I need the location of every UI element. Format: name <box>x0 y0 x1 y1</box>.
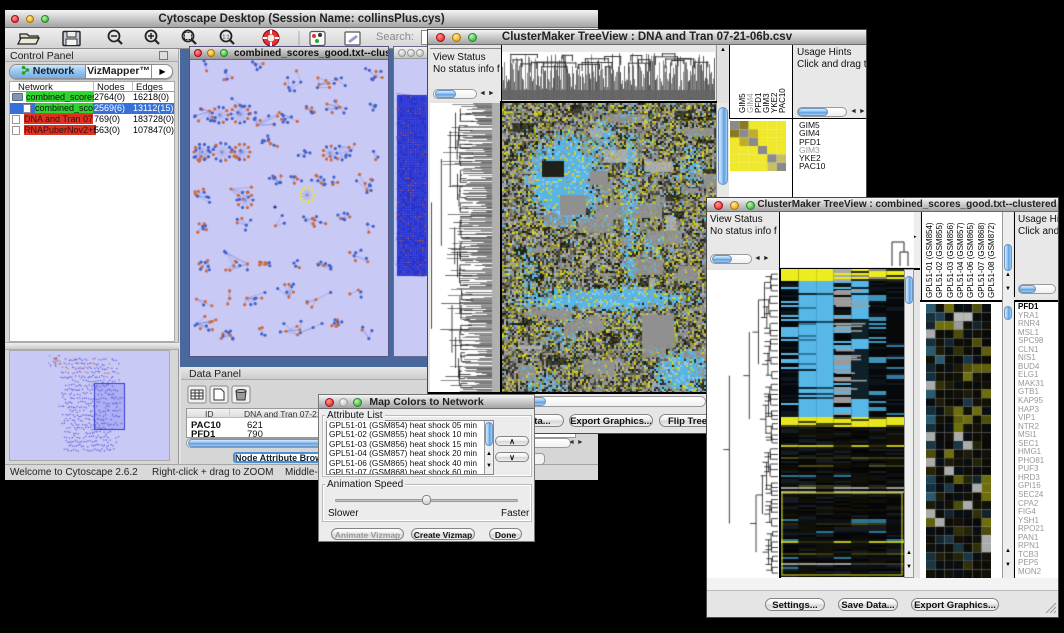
svg-text:1:1: 1:1 <box>223 35 230 41</box>
